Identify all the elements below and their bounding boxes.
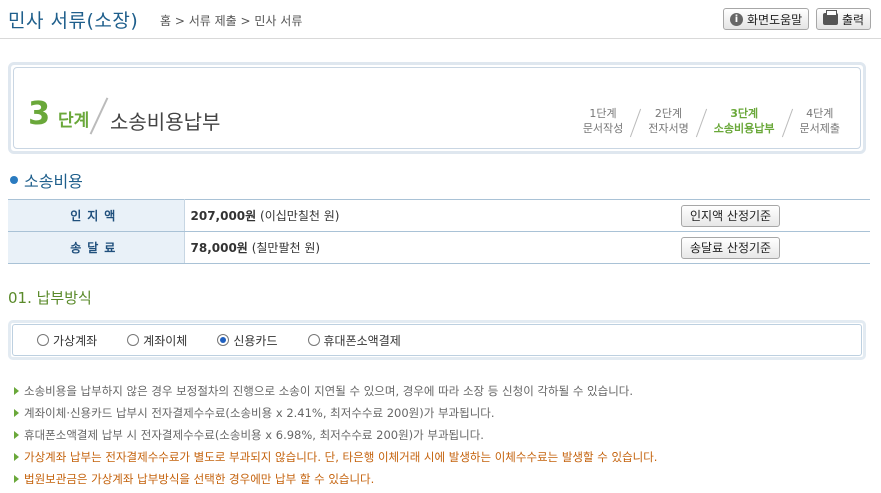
step-item-2: 2단계 전자서명 (636, 106, 700, 138)
payment-section-title: 01. 납부방식 (8, 289, 92, 307)
warning-text: 법원보관금은 가상계좌 납부방식을 선택한 경우에만 납부 할 수 있습니다. (24, 472, 375, 486)
radio-label: 휴대폰소액결제 (323, 333, 401, 348)
step-item-2-top: 2단계 (654, 107, 683, 120)
step-item-4: 4단계 문서제출 (788, 106, 852, 138)
fee-amount-delivery: 78,000원 (190, 241, 248, 255)
list-item-warning: 법원보관금은 가상계좌 납부방식을 선택한 경우에만 납부 할 수 있습니다. (14, 468, 874, 490)
radio-circle[interactable] (37, 334, 49, 346)
step-item-4-top: 4단계 (806, 107, 834, 120)
fee-words-delivery: (칠만팔천 원) (251, 241, 321, 255)
fee-value-stamp: 207,000원 (이십만칠천 원) (184, 199, 680, 232)
note-text: 휴대폰소액결제 납부 시 전자결제수수료(소송비용 x 6.98%, 최저수수료… (24, 428, 484, 442)
list-item: 소송비용을 납부하지 않은 경우 보정절차의 진행으로 소송이 지연될 수 있으… (14, 380, 874, 402)
radio-bank-transfer[interactable]: 계좌이체 (127, 332, 187, 349)
step-item-1-top: 1단계 (589, 107, 617, 120)
arrow-icon (14, 431, 19, 439)
payment-method-options: 가상계좌 계좌이체 신용카드 휴대폰소액결제 (12, 324, 862, 356)
fee-amount-stamp: 207,000원 (190, 209, 257, 223)
table-row: 인지액 207,000원 (이십만칠천 원) 인지액 산정기준 (8, 199, 870, 232)
fee-value-delivery: 78,000원 (칠만팔천 원) (184, 231, 680, 264)
step-item-4-bottom: 문서제출 (799, 122, 840, 135)
arrow-icon (14, 475, 19, 483)
arrow-icon (14, 453, 19, 461)
list-item: 휴대폰소액결제 납부 시 전자결제수수료(소송비용 x 6.98%, 최저수수료… (14, 424, 874, 446)
fee-action-cell: 송달료 산정기준 (680, 231, 870, 264)
page-header: 민사 서류(소장) 홈 > 서류 제출 > 민사 서류 i 화면도움말 출력 (0, 0, 881, 39)
step-divider (89, 97, 109, 135)
step-title: 소송비용납부 (110, 110, 221, 134)
step-panel: 3 단계 소송비용납부 1단계 문서작성 2단계 전자서명 3단계 소송비용납부… (8, 62, 866, 154)
fees-section-title: 소송비용 (10, 168, 83, 192)
print-button-label: 출력 (842, 12, 865, 27)
stamp-fee-criteria-button[interactable]: 인지액 산정기준 (681, 204, 781, 227)
page-title: 민사 서류(소장) (8, 10, 139, 32)
step-item-1: 1단계 문서작성 (571, 106, 635, 138)
notes-list: 소송비용을 납부하지 않은 경우 보정절차의 진행으로 소송이 지연될 수 있으… (14, 380, 874, 490)
fee-label-stamp: 인지액 (8, 199, 185, 232)
radio-label: 계좌이체 (143, 333, 188, 348)
radio-virtual-account[interactable]: 가상계좌 (37, 332, 97, 349)
note-text: 소송비용을 납부하지 않은 경우 보정절차의 진행으로 소송이 지연될 수 있으… (24, 384, 634, 398)
printer-icon (823, 10, 838, 25)
radio-circle[interactable] (127, 334, 140, 346)
bullet-icon (10, 176, 18, 184)
step-progress: 1단계 문서작성 2단계 전자서명 3단계 소송비용납부 4단계 문서제출 (571, 106, 852, 138)
fee-action-cell: 인지액 산정기준 (680, 199, 870, 232)
step-item-2-bottom: 전자서명 (648, 122, 689, 135)
print-button[interactable]: 출력 (816, 8, 872, 30)
note-text: 계좌이체·신용카드 납부시 전자결제수수료(소송비용 x 2.41%, 최저수수… (24, 406, 495, 420)
table-row: 송달료 78,000원 (칠만팔천 원) 송달료 산정기준 (8, 231, 870, 264)
step-item-3-bottom: 소송비용납부 (713, 122, 775, 135)
breadcrumb: 홈 > 서류 제출 > 민사 서류 (160, 14, 303, 28)
arrow-icon (14, 387, 19, 395)
delivery-fee-criteria-button[interactable]: 송달료 산정기준 (681, 236, 781, 259)
radio-label: 신용카드 (233, 333, 278, 348)
warning-text: 가상계좌 납부는 전자결제수수료가 별도로 부과되지 않습니다. 단, 타은행 … (24, 450, 658, 464)
arrow-icon (14, 409, 19, 417)
payment-method-box: 가상계좌 계좌이체 신용카드 휴대폰소액결제 (8, 320, 866, 360)
fee-label-delivery: 송달료 (8, 231, 185, 264)
step-panel-inner: 3 단계 소송비용납부 1단계 문서작성 2단계 전자서명 3단계 소송비용납부… (13, 67, 861, 149)
step-number: 3 (28, 94, 51, 132)
radio-circle[interactable] (307, 334, 320, 346)
list-item-warning: 가상계좌 납부는 전자결제수수료가 별도로 부과되지 않습니다. 단, 타은행 … (14, 446, 874, 468)
fee-table: 인지액 207,000원 (이십만칠천 원) 인지액 산정기준 송달료 78,0… (8, 199, 870, 264)
help-icon: i (730, 12, 743, 26)
step-word: 단계 (58, 111, 90, 131)
radio-mobile-payment[interactable]: 휴대폰소액결제 (307, 332, 401, 349)
step-item-3-top: 3단계 (730, 107, 759, 120)
radio-credit-card[interactable]: 신용카드 (217, 332, 278, 349)
list-item: 계좌이체·신용카드 납부시 전자결제수수료(소송비용 x 2.41%, 최저수수… (14, 402, 874, 424)
fee-words-stamp: (이십만칠천 원) (260, 209, 340, 223)
fees-section-label: 소송비용 (24, 172, 83, 191)
step-item-3: 3단계 소송비용납부 (702, 106, 787, 138)
step-item-1-bottom: 문서작성 (582, 122, 624, 135)
radio-label: 가상계좌 (53, 333, 98, 348)
radio-circle-selected[interactable] (217, 334, 230, 346)
help-button-label: 화면도움말 (747, 12, 803, 27)
help-button[interactable]: i 화면도움말 (723, 8, 810, 30)
